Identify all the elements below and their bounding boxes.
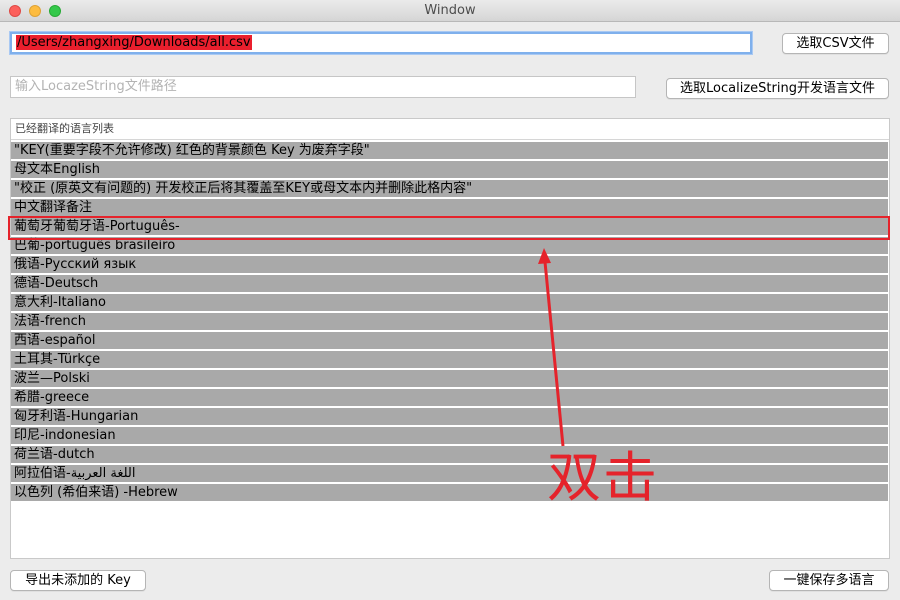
language-row[interactable]: 波兰—Polski	[11, 370, 888, 387]
language-row[interactable]: 印尼-indonesian	[11, 427, 888, 444]
language-row[interactable]: 中文翻译备注	[11, 199, 888, 216]
language-row[interactable]: 土耳其-Türkçe	[11, 351, 888, 368]
language-row[interactable]: 法语-french	[11, 313, 888, 330]
translated-language-list[interactable]: 已经翻译的语言列表 "KEY(重要字段不允许修改) 红色的背景颜色 Key 为废…	[10, 118, 890, 559]
language-row[interactable]: 荷兰语-dutch	[11, 446, 888, 463]
title-bar: Window	[0, 0, 900, 22]
window-title: Window	[424, 3, 476, 18]
csv-path-selected-text: /Users/zhangxing/Downloads/all.csv	[16, 35, 252, 50]
language-row[interactable]: "校正 (原英文有问题的) 开发校正后将其覆盖至KEY或母文本内并删除此格内容"	[11, 180, 888, 197]
language-row[interactable]: "KEY(重要字段不允许修改) 红色的背景颜色 Key 为废弃字段"	[11, 142, 888, 159]
language-row[interactable]: 巴葡-português brasileiro	[11, 237, 888, 254]
language-row-highlighted[interactable]: 葡萄牙葡萄牙语-Português-	[11, 218, 888, 235]
language-row[interactable]: 匈牙利语-Hungarian	[11, 408, 888, 425]
double-click-annotation: 双击	[547, 446, 659, 509]
language-row[interactable]: 阿拉伯语-اللغة العربية	[11, 465, 888, 482]
language-row[interactable]: 母文本English	[11, 161, 888, 178]
language-row[interactable]: 俄语-Русский язык	[11, 256, 888, 273]
language-row[interactable]: 意大利-Italiano	[11, 294, 888, 311]
export-unadded-keys-button[interactable]: 导出未添加的 Key	[10, 570, 146, 591]
select-localizestring-button[interactable]: 选取LocalizeString开发语言文件	[666, 78, 889, 99]
save-all-languages-button[interactable]: 一键保存多语言	[769, 570, 889, 591]
language-row[interactable]: 以色列 (希伯来语) -Hebrew	[11, 484, 888, 501]
language-row[interactable]: 德语-Deutsch	[11, 275, 888, 292]
localizestring-path-field[interactable]: 输入LocazeString文件路径	[10, 76, 636, 98]
select-csv-button[interactable]: 选取CSV文件	[782, 33, 889, 54]
language-row[interactable]: 西语-español	[11, 332, 888, 349]
language-list-header: 已经翻译的语言列表	[11, 119, 889, 140]
csv-path-field[interactable]: /Users/zhangxing/Downloads/all.csv	[10, 32, 752, 54]
language-rows: "KEY(重要字段不允许修改) 红色的背景颜色 Key 为废弃字段" 母文本Eng…	[11, 142, 889, 503]
language-row[interactable]: 希腊-greece	[11, 389, 888, 406]
